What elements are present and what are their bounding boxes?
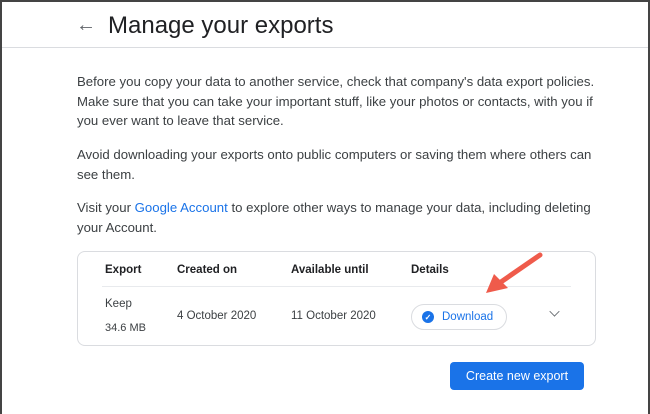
check-circle-icon: ✓ (422, 311, 434, 323)
chevron-down-icon[interactable] (549, 306, 560, 317)
export-name: Keep (105, 298, 132, 310)
page-header: ← Manage your exports (2, 2, 648, 48)
column-header-details: Details (411, 264, 449, 276)
intro-paragraph-1: Before you copy your data to another ser… (77, 74, 595, 128)
column-header-available: Available until (291, 264, 369, 276)
export-size: 34.6 MB (105, 322, 146, 334)
intro-paragraph-2: Avoid downloading your exports onto publ… (77, 147, 592, 182)
create-new-export-button[interactable]: Create new export (450, 362, 584, 390)
intro-paragraph-3: Visit your Google Account to explore oth… (77, 198, 597, 237)
arrow-left-icon[interactable]: ← (76, 14, 96, 37)
annotation-arrow-icon (486, 252, 543, 293)
page-title: Manage your exports (108, 12, 334, 39)
download-button[interactable]: ✓ Download (411, 304, 507, 330)
column-header-created: Created on (177, 264, 238, 276)
column-header-export: Export (105, 264, 142, 276)
p3-text: Visit your (77, 200, 135, 215)
download-label: Download (442, 311, 494, 323)
created-date: 4 October 2020 (177, 310, 257, 322)
google-account-link[interactable]: Google Account (135, 200, 228, 215)
available-until-date: 11 October 2020 (291, 310, 376, 322)
